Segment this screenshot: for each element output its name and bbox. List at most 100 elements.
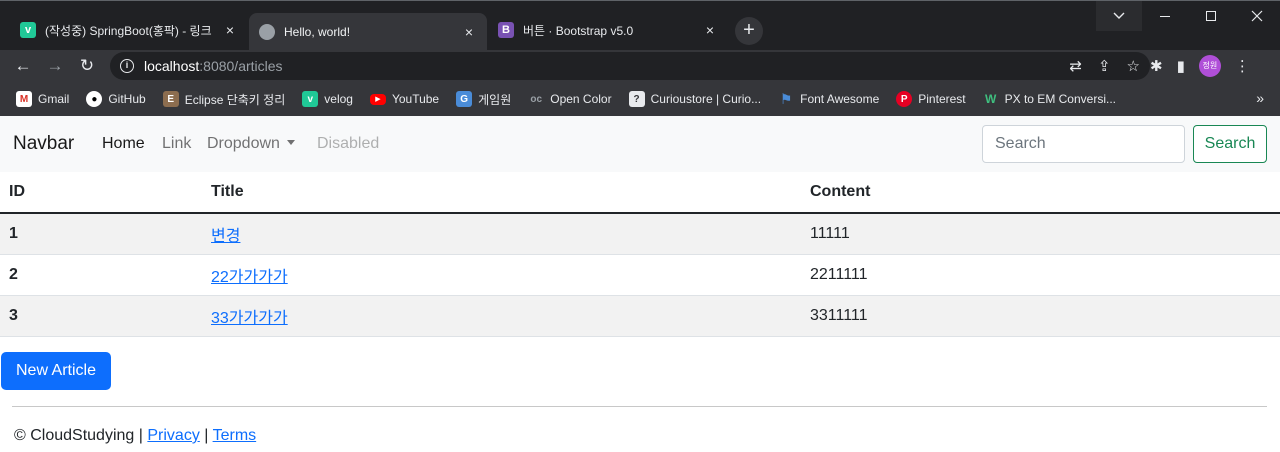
minimize-icon	[1160, 15, 1170, 17]
footer-copyright: © CloudStudying	[14, 427, 135, 444]
reload-button[interactable]: ↻	[71, 51, 103, 81]
maximize-button[interactable]	[1188, 1, 1234, 31]
new-article-button[interactable]: New Article	[1, 352, 111, 390]
bookmark-label: Eclipse 단축키 정리	[184, 92, 286, 107]
github-icon: ●	[86, 91, 103, 107]
side-panel-icon[interactable]: ▮	[1177, 57, 1185, 75]
cell-content: 3311111	[801, 295, 1280, 337]
nav-dropdown-label: Dropdown	[207, 135, 280, 152]
browser-tab-bootstrap[interactable]: B 버튼 · Bootstrap v5.0 ×	[488, 13, 728, 47]
bookmark-px-to-em[interactable]: W PX to EM Conversi...	[983, 91, 1116, 107]
bookmark-label: Pinterest	[918, 92, 966, 106]
bookmark-eclipse[interactable]: E Eclipse 단축키 정리	[162, 91, 286, 108]
nav-link-link[interactable]: Link	[162, 135, 191, 153]
arrow-left-icon: ←	[14, 56, 32, 75]
window-close-button[interactable]	[1234, 1, 1280, 31]
close-icon[interactable]: ×	[461, 24, 477, 40]
close-icon[interactable]: ×	[702, 22, 718, 38]
star-icon[interactable]: ☆	[1127, 57, 1140, 75]
column-header-content: Content	[801, 172, 1280, 214]
tab-title: (작성중) SpringBoot(홍팍) - 링크	[45, 23, 212, 38]
article-link[interactable]: 33가가가가	[211, 310, 288, 327]
cell-content: 11111	[801, 213, 1280, 255]
navbar: Navbar Home Link Dropdown Disabled Searc…	[0, 116, 1280, 172]
column-header-id: ID	[0, 172, 202, 214]
bookmark-font-awesome[interactable]: ⚑ Font Awesome	[778, 91, 879, 107]
youtube-icon: ▶	[369, 93, 386, 105]
menu-icon[interactable]: ⋮	[1235, 57, 1250, 75]
bookmarks-more-icon[interactable]: »	[1256, 90, 1264, 106]
translate-icon[interactable]: ⇄	[1069, 57, 1082, 75]
bookmark-gmail[interactable]: M Gmail	[16, 91, 69, 107]
browser-tab-velog[interactable]: v (작성중) SpringBoot(홍팍) - 링크 ×	[10, 13, 248, 47]
table-header-row: ID Title Content	[0, 172, 1280, 214]
footer-link-terms[interactable]: Terms	[213, 427, 257, 444]
cell-title: 33가가가가	[202, 295, 801, 337]
url-path: :8080/articles	[199, 58, 283, 74]
extensions-icon[interactable]: ✱	[1150, 57, 1163, 75]
maximize-icon	[1206, 11, 1216, 21]
search-button[interactable]: Search	[1193, 125, 1267, 163]
nav-dropdown[interactable]: Dropdown	[207, 135, 295, 153]
eclipse-icon: E	[162, 91, 179, 107]
close-icon[interactable]: ×	[222, 22, 238, 38]
bookmark-label: PX to EM Conversi...	[1004, 92, 1116, 106]
open-color-icon: oc	[530, 93, 543, 105]
article-link[interactable]: 변경	[211, 228, 240, 245]
table-row: 3 33가가가가 3311111	[0, 295, 1280, 337]
minimize-button[interactable]	[1142, 1, 1188, 31]
new-tab-button[interactable]: +	[735, 17, 763, 45]
bookmark-label: Curioustore | Curio...	[650, 92, 762, 106]
nav-link-disabled: Disabled	[317, 135, 380, 152]
velog-icon: v	[20, 22, 36, 38]
bookmark-label: Gmail	[38, 92, 70, 106]
column-header-title: Title	[202, 172, 801, 214]
info-icon[interactable]: i	[120, 59, 134, 73]
cell-title: 22가가가가	[202, 254, 801, 296]
bookmark-game[interactable]: G 게임원	[456, 91, 511, 108]
cell-title: 변경	[202, 213, 801, 255]
bookmark-label: Open Color	[550, 92, 612, 106]
cell-id: 1	[0, 213, 202, 255]
bookmark-curioustore[interactable]: ? Curioustore | Curio...	[628, 91, 762, 107]
navbar-brand[interactable]: Navbar	[13, 133, 74, 155]
address-bar[interactable]: i localhost:8080/articles ⇄ ⇪ ☆	[110, 52, 1150, 80]
bookmarks-bar: M Gmail ● GitHub E Eclipse 단축키 정리 v velog ▶ Y…	[0, 82, 1280, 116]
bookmark-pinterest[interactable]: P Pinterest	[896, 91, 966, 107]
url-host: localhost	[144, 58, 200, 74]
globe-icon	[259, 24, 275, 40]
tab-title: 버튼 · Bootstrap v5.0	[523, 23, 634, 38]
toolbar-right: ✱ ▮ 정원 ⋮	[1150, 50, 1250, 82]
tab-title: Hello, world!	[284, 25, 351, 39]
browser-tab-active[interactable]: Hello, world! ×	[249, 13, 487, 51]
bookmark-github[interactable]: ● GitHub	[86, 91, 146, 107]
bookmark-label: GitHub	[108, 92, 146, 106]
back-button[interactable]: ←	[7, 51, 39, 81]
browser-tab-strip: v (작성중) SpringBoot(홍팍) - 링크 × Hello, wor…	[0, 0, 1280, 51]
velog-icon: v	[302, 91, 319, 107]
page-content: Navbar Home Link Dropdown Disabled Searc…	[0, 116, 1280, 452]
nav-link-home[interactable]: Home	[102, 135, 145, 153]
bookmark-youtube[interactable]: ▶ YouTube	[369, 92, 439, 106]
caret-down-icon	[286, 140, 295, 145]
arrow-right-icon: →	[46, 56, 64, 75]
footer-link-privacy[interactable]: Privacy	[147, 427, 199, 444]
bookmark-open-color[interactable]: oc Open Color	[528, 91, 611, 107]
bookmark-velog[interactable]: v velog	[302, 91, 353, 107]
cell-id: 3	[0, 295, 202, 337]
footer-separator: |	[204, 427, 209, 444]
tab-search-button[interactable]	[1096, 1, 1142, 31]
cell-content: 2211111	[801, 254, 1280, 296]
cell-id: 2	[0, 254, 202, 296]
article-link[interactable]: 22가가가가	[211, 269, 288, 286]
px-icon: W	[984, 92, 997, 106]
bootstrap-icon: B	[498, 22, 514, 38]
share-icon[interactable]: ⇪	[1098, 57, 1111, 75]
reload-icon: ↻	[79, 56, 95, 75]
pinterest-icon: P	[896, 91, 913, 107]
forward-button[interactable]: →	[39, 51, 71, 81]
curio-icon: ?	[628, 91, 645, 107]
close-icon	[1251, 10, 1263, 22]
avatar[interactable]: 정원	[1198, 55, 1221, 77]
search-input[interactable]	[982, 125, 1185, 163]
